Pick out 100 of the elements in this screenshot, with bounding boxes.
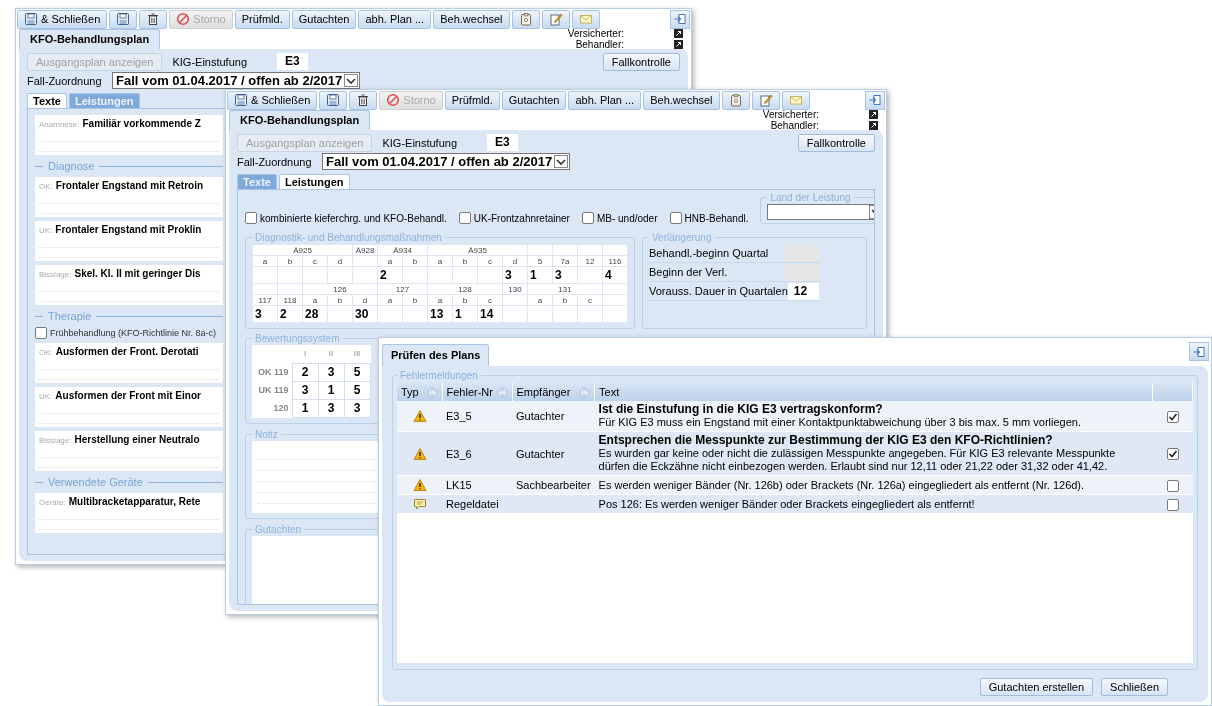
number-field[interactable]: 3 [502, 266, 528, 284]
save-close-button[interactable]: & Schließen [17, 9, 108, 29]
number-field[interactable] [552, 305, 578, 323]
text-area[interactable]: Bisslage: Herstellung einer Neutralo [35, 431, 223, 471]
number-field[interactable] [277, 266, 303, 284]
toolbar-button[interactable]: Gutachten [291, 9, 357, 29]
number-field[interactable] [477, 266, 503, 284]
number-field[interactable]: 3 [552, 266, 578, 284]
column-header: 12 [577, 255, 603, 267]
tab[interactable]: Texte [27, 93, 67, 108]
number-field[interactable]: 2 [377, 266, 403, 284]
table-row[interactable] [397, 431, 1193, 476]
exit-icon [1192, 344, 1206, 359]
number-field[interactable] [577, 266, 603, 284]
case-check-button[interactable]: Fallkontrolle [602, 52, 680, 71]
mail-button[interactable] [571, 9, 600, 29]
number-field[interactable] [327, 305, 353, 323]
edit-button[interactable] [751, 90, 780, 110]
checkbox[interactable] [669, 212, 682, 224]
arrow-square-icon [869, 120, 878, 130]
number-field[interactable] [327, 266, 353, 284]
number-field[interactable]: 3 [252, 305, 278, 323]
number-field[interactable]: 5 [344, 363, 370, 381]
delete-button[interactable] [349, 90, 378, 110]
field-value: Skel. Kl. II mit geringer Dis [74, 268, 201, 279]
text-area[interactable]: OK: Frontaler Engstand mit Retroin [35, 177, 223, 217]
checkbox[interactable] [1166, 498, 1179, 511]
exit-button[interactable] [865, 90, 885, 110]
group-title: Verlängerung [651, 232, 713, 243]
input-field[interactable]: 12 [787, 282, 819, 300]
tab[interactable]: Leistungen [278, 174, 350, 189]
number-field[interactable] [502, 305, 528, 323]
save-close-button[interactable]: & Schließen [227, 90, 318, 110]
save-button[interactable] [319, 90, 348, 110]
text-area[interactable]: Bisslage: Skel. Kl. II mit geringer Dis [35, 265, 223, 305]
exit-button[interactable] [670, 9, 690, 29]
toolbar-button[interactable]: Prüfmld. [444, 90, 500, 110]
toolbar-button[interactable]: abh. Plan ... [358, 9, 432, 29]
case-select[interactable]: Fall vom 01.04.2017 / offen ab 2/2017 [112, 72, 361, 89]
checkbox[interactable] [35, 327, 47, 339]
country-select[interactable] [767, 204, 874, 220]
row-label: OK 119 [252, 363, 292, 381]
text-area[interactable]: UK: Frontaler Engstand mit Proklin [35, 221, 223, 261]
number-field[interactable] [377, 305, 403, 323]
text-area[interactable]: UK: Ausformen der Front mit Einor [35, 387, 223, 427]
number-field[interactable]: 3 [318, 363, 344, 381]
tab[interactable]: Prüfen des Plans [382, 344, 490, 366]
number-field[interactable] [402, 305, 428, 323]
exit-button[interactable] [1189, 342, 1209, 361]
edit-button[interactable] [541, 9, 570, 29]
number-field[interactable] [427, 266, 453, 284]
number-field[interactable]: 2 [292, 363, 318, 381]
number-field[interactable]: 4 [602, 266, 628, 284]
column-header[interactable]: Text [595, 383, 1152, 401]
checkbox[interactable] [581, 212, 594, 224]
number-field[interactable]: 1 [527, 266, 553, 284]
number-field[interactable]: 14 [477, 305, 503, 323]
tab[interactable]: KFO-Behandlungsplan [19, 29, 161, 49]
mail-button[interactable] [781, 90, 810, 110]
text-area[interactable]: Anamnese: Familiär vorkommende Z [35, 115, 223, 155]
clipboard-button[interactable] [721, 90, 750, 110]
toolbar-button[interactable]: Prüfmld. [234, 9, 290, 29]
number-field[interactable] [252, 266, 278, 284]
text-area[interactable]: OK: Ausformen der Front. Derotati [35, 343, 223, 383]
number-field[interactable]: 2 [277, 305, 303, 323]
save-icon [326, 93, 341, 107]
number-field[interactable] [402, 266, 428, 284]
value-field: E3 [277, 53, 308, 70]
checkbox[interactable] [1166, 479, 1179, 492]
column-header[interactable]: Fehler-Nr [442, 383, 512, 401]
checkbox[interactable] [1166, 410, 1179, 423]
checkbox[interactable] [458, 212, 471, 224]
toolbar-button[interactable]: Beh.wechsel [433, 9, 510, 29]
text-area[interactable]: Geräte: Multibracketapparatur, Rete [35, 493, 223, 533]
number-field[interactable] [302, 266, 328, 284]
case-select[interactable]: Fall vom 01.04.2017 / offen ab 2/2017 [322, 153, 571, 170]
toolbar-button[interactable]: Gutachten [501, 90, 567, 110]
toolbar-button[interactable]: abh. Plan ... [568, 90, 642, 110]
delete-button[interactable] [139, 9, 168, 29]
number-field[interactable] [452, 266, 478, 284]
dialog-button[interactable]: Gutachten erstellen [979, 678, 1094, 696]
column-header[interactable]: Empfänger [512, 383, 595, 401]
save-button[interactable] [109, 9, 138, 29]
checkbox[interactable] [245, 212, 257, 224]
number-field[interactable] [527, 305, 553, 323]
toolbar-button[interactable]: Beh.wechsel [643, 90, 720, 110]
number-field[interactable] [577, 305, 603, 323]
column-header[interactable]: Typ [397, 383, 442, 401]
number-field[interactable]: 13 [427, 305, 453, 323]
number-field[interactable] [352, 266, 378, 284]
dialog-button[interactable]: Schließen [1101, 678, 1168, 696]
number-field[interactable] [602, 305, 628, 323]
tab[interactable]: KFO-Behandlungsplan [229, 110, 371, 130]
checkbox[interactable] [1166, 448, 1179, 461]
number-field[interactable]: 30 [352, 305, 378, 323]
message-text: Es wurden gar keine oder nicht die zulässigen Messpunkte angegeben. Für KIG E3 relevante Messpunkte dürfen die Eckzähne nicht einbezogen werden. Erlaubt sind nur 12,11 oder 21,22 oder 31,32 oder 41,42. [598, 447, 1117, 473]
number-field[interactable]: 28 [302, 305, 328, 323]
clipboard-button[interactable] [511, 9, 540, 29]
case-check-button[interactable]: Fallkontrolle [797, 133, 875, 152]
number-field[interactable]: 1 [452, 305, 478, 323]
